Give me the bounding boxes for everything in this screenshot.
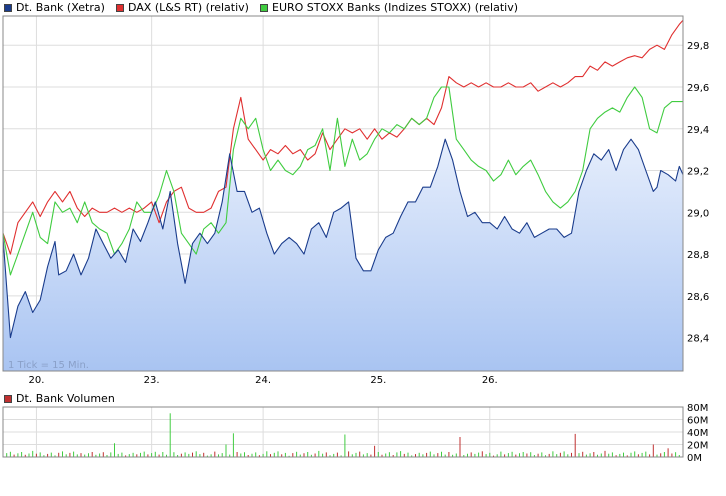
y-tick-label: 29,8 [687, 41, 709, 52]
y-tick-label: 28,4 [687, 334, 709, 345]
volume-legend-label: Dt. Bank Volumen [16, 392, 115, 405]
y-tick-label: 29,2 [687, 167, 709, 178]
volume-y-axis-ticks: 0M20M 40M60M 80M [687, 403, 708, 464]
x-axis-ticks: 20. 23. 24. 25. 26. [28, 375, 497, 386]
volume-grid [3, 406, 683, 458]
y-tick-label: 29,4 [687, 125, 709, 136]
y-tick-label: 29,0 [687, 208, 709, 219]
x-tick-label: 24. [255, 375, 271, 386]
vol-y-tick-label: 20M [687, 441, 708, 452]
x-tick-label: 26. [482, 375, 498, 386]
vol-y-tick-label: 0M [687, 453, 702, 464]
x-tick-label: 20. [28, 375, 44, 386]
vol-y-tick-label: 40M [687, 428, 708, 439]
tick-note: 1 Tick = 15 Min. [8, 360, 89, 371]
y-tick-label: 28,8 [687, 250, 709, 261]
vol-y-tick-label: 60M [687, 416, 708, 427]
vol-y-tick-label: 80M [687, 403, 708, 414]
price-chart-svg: 28,428,628,829,029,229,429,629,8 20. 23. 2… [2, 15, 709, 464]
volume-legend-swatch [4, 395, 12, 403]
x-tick-label: 23. [144, 375, 160, 386]
y-tick-label: 29,6 [687, 83, 709, 94]
y-axis-ticks: 28,4 28,6 28,8 29,0 29,2 29,4 29,6 29,8 [687, 41, 709, 344]
y-tick-label: 28,6 [687, 292, 709, 303]
volume-legend[interactable]: Dt. Bank Volumen [0, 393, 115, 405]
x-tick-label: 25. [370, 375, 386, 386]
